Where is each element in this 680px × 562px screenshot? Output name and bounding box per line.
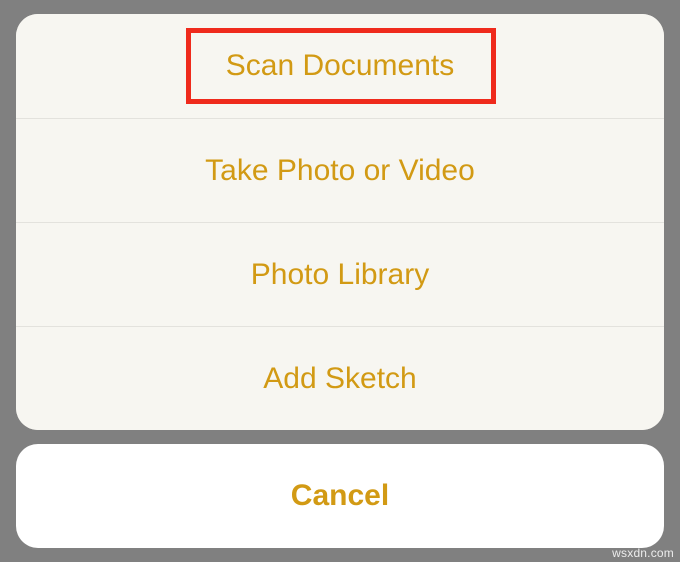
option-label: Photo Library (251, 258, 429, 292)
option-take-photo-or-video[interactable]: Take Photo or Video (16, 118, 664, 222)
action-sheet-backdrop: Scan Documents Take Photo or Video Photo… (0, 0, 680, 562)
cancel-button[interactable]: Cancel (16, 444, 664, 548)
option-label: Take Photo or Video (205, 154, 475, 188)
option-label: Scan Documents (226, 49, 454, 83)
action-sheet: Scan Documents Take Photo or Video Photo… (16, 14, 664, 548)
cancel-label: Cancel (291, 479, 389, 513)
option-label: Add Sketch (263, 362, 416, 396)
option-add-sketch[interactable]: Add Sketch (16, 326, 664, 430)
action-sheet-options-group: Scan Documents Take Photo or Video Photo… (16, 14, 664, 430)
watermark: wsxdn.com (612, 546, 674, 560)
option-scan-documents[interactable]: Scan Documents (16, 14, 664, 118)
option-photo-library[interactable]: Photo Library (16, 222, 664, 326)
action-sheet-cancel-group: Cancel (16, 444, 664, 548)
